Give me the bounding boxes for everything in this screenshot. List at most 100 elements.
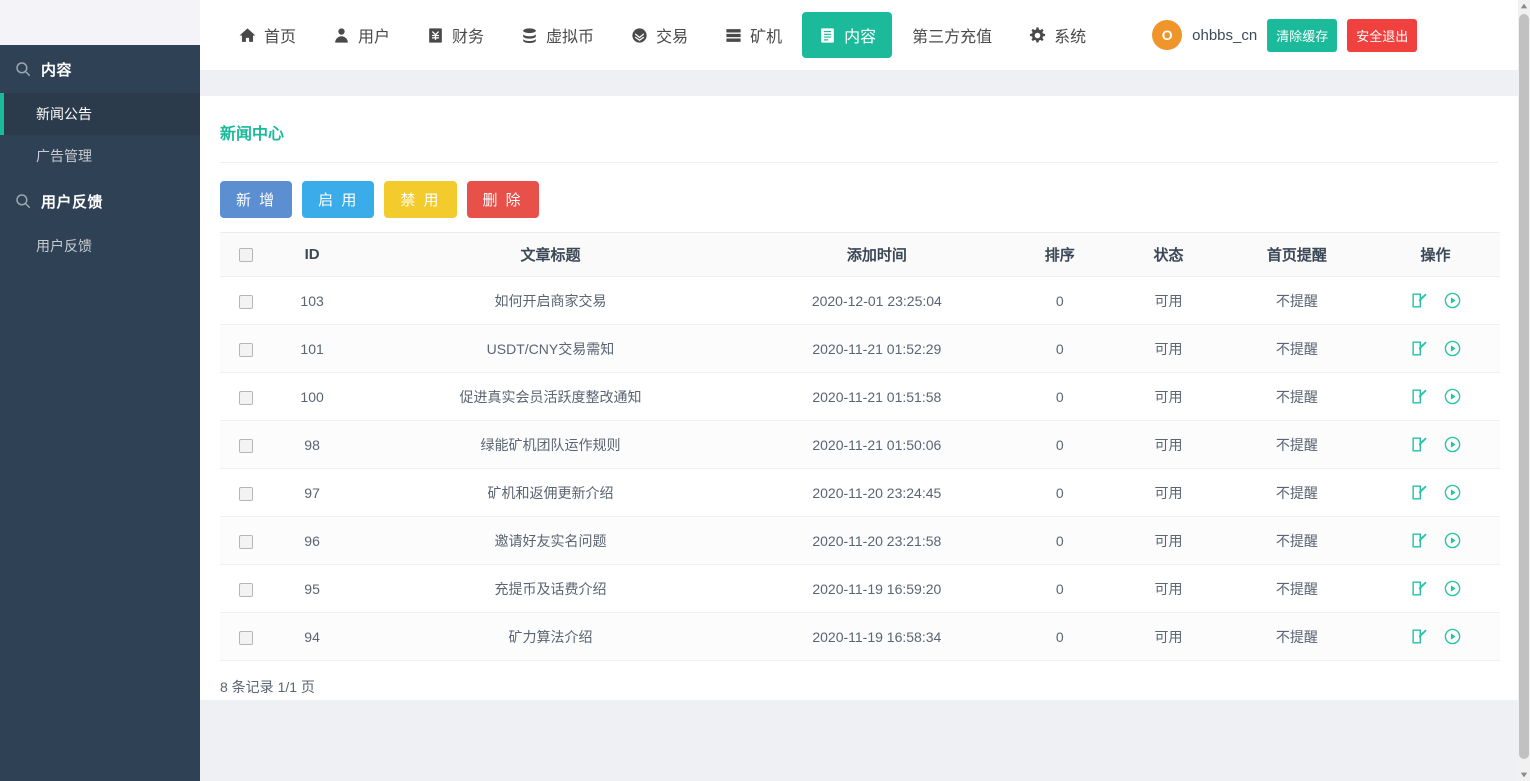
column-header-2: ID bbox=[271, 233, 352, 277]
nav-item-2[interactable]: 用户 bbox=[316, 12, 406, 58]
sidebar-item-label: 用户反馈 bbox=[36, 236, 92, 256]
page-scrollbar[interactable] bbox=[1518, 0, 1530, 781]
yen-icon bbox=[426, 26, 445, 45]
cell-remind: 不提醒 bbox=[1223, 325, 1371, 373]
nav-item-label: 虚拟币 bbox=[546, 23, 594, 47]
row-checkbox[interactable] bbox=[239, 535, 253, 549]
cell-time: 2020-11-21 01:52:29 bbox=[748, 325, 1005, 373]
disable-button[interactable]: 禁 用 bbox=[384, 181, 456, 218]
nav-item-label: 系统 bbox=[1054, 23, 1086, 47]
cell-remind: 不提醒 bbox=[1223, 373, 1371, 421]
cell-title: 促进真实会员活跃度整改通知 bbox=[353, 373, 749, 421]
publish-icon[interactable] bbox=[1443, 579, 1462, 598]
cell-sort: 0 bbox=[1005, 325, 1114, 373]
row-checkbox[interactable] bbox=[239, 391, 253, 405]
edit-icon[interactable] bbox=[1410, 387, 1429, 406]
top-navigation-bar: 首页用户财务虚拟币交易矿机内容第三方充值系统 O ohbbs_cn 清除缓存 安… bbox=[200, 0, 1518, 70]
record-count-label: 8 条记录 1/1 页 bbox=[200, 661, 1518, 697]
nav-item-9[interactable]: 系统 bbox=[1012, 12, 1102, 58]
row-checkbox[interactable] bbox=[239, 343, 253, 357]
cell-title: 绿能矿机团队运作规则 bbox=[353, 421, 749, 469]
sidebar-group-1[interactable]: 内容 bbox=[0, 45, 200, 93]
table-row: 103如何开启商家交易2020-12-01 23:25:040可用不提醒 bbox=[220, 277, 1500, 325]
cell-time: 2020-11-21 01:51:58 bbox=[748, 373, 1005, 421]
row-checkbox[interactable] bbox=[239, 439, 253, 453]
row-actions bbox=[1371, 627, 1500, 646]
edit-icon[interactable] bbox=[1410, 483, 1429, 502]
cell-title: 矿机和返佣更新介绍 bbox=[353, 469, 749, 517]
nav-item-4[interactable]: 虚拟币 bbox=[504, 12, 610, 58]
edit-icon[interactable] bbox=[1410, 627, 1429, 646]
publish-icon[interactable] bbox=[1443, 387, 1462, 406]
sidebar-item-label: 新闻公告 bbox=[36, 104, 92, 124]
search-icon bbox=[14, 192, 32, 210]
username-label: ohbbs_cn bbox=[1192, 27, 1257, 44]
row-select-cell bbox=[220, 325, 271, 373]
nav-item-3[interactable]: 财务 bbox=[410, 12, 500, 58]
publish-icon[interactable] bbox=[1443, 435, 1462, 454]
cell-sort: 0 bbox=[1005, 469, 1114, 517]
cell-id: 101 bbox=[271, 325, 352, 373]
edit-icon[interactable] bbox=[1410, 531, 1429, 550]
edit-icon[interactable] bbox=[1410, 579, 1429, 598]
edit-icon[interactable] bbox=[1410, 339, 1429, 358]
server-icon bbox=[724, 26, 743, 45]
nav-item-7[interactable]: 内容 bbox=[802, 12, 892, 58]
gear-icon bbox=[1028, 26, 1047, 45]
table-header-row: ID文章标题添加时间排序状态首页提醒操作 bbox=[220, 233, 1500, 277]
nav-item-8[interactable]: 第三方充值 bbox=[896, 12, 1008, 58]
cell-time: 2020-11-19 16:59:20 bbox=[748, 565, 1005, 613]
sidebar-item-1-1[interactable]: 新闻公告 bbox=[0, 93, 200, 135]
publish-icon[interactable] bbox=[1443, 531, 1462, 550]
cell-remind: 不提醒 bbox=[1223, 277, 1371, 325]
scroll-up-arrow-icon[interactable] bbox=[1518, 0, 1530, 12]
cell-actions bbox=[1371, 565, 1500, 613]
sidebar-item-2-1[interactable]: 用户反馈 bbox=[0, 225, 200, 267]
scroll-down-arrow-icon[interactable] bbox=[1518, 769, 1530, 781]
row-actions bbox=[1371, 339, 1500, 358]
row-actions bbox=[1371, 531, 1500, 550]
table-row: 97矿机和返佣更新介绍2020-11-20 23:24:450可用不提醒 bbox=[220, 469, 1500, 517]
cell-id: 103 bbox=[271, 277, 352, 325]
select-all-checkbox[interactable] bbox=[239, 248, 253, 262]
delete-button[interactable]: 删 除 bbox=[467, 181, 539, 218]
cell-sort: 0 bbox=[1005, 517, 1114, 565]
row-checkbox[interactable] bbox=[239, 295, 253, 309]
cell-title: 充提币及话费介绍 bbox=[353, 565, 749, 613]
row-checkbox[interactable] bbox=[239, 487, 253, 501]
add-button[interactable]: 新 增 bbox=[220, 181, 292, 218]
edit-icon[interactable] bbox=[1410, 291, 1429, 310]
row-checkbox[interactable] bbox=[239, 583, 253, 597]
nav-item-1[interactable]: 首页 bbox=[222, 12, 312, 58]
sidebar-group-2[interactable]: 用户反馈 bbox=[0, 177, 200, 225]
row-checkbox[interactable] bbox=[239, 631, 253, 645]
sidebar-item-1-2[interactable]: 广告管理 bbox=[0, 135, 200, 177]
publish-icon[interactable] bbox=[1443, 627, 1462, 646]
publish-icon[interactable] bbox=[1443, 483, 1462, 502]
column-header-6: 状态 bbox=[1114, 233, 1223, 277]
column-header-5: 排序 bbox=[1005, 233, 1114, 277]
publish-icon[interactable] bbox=[1443, 291, 1462, 310]
enable-button[interactable]: 启 用 bbox=[302, 181, 374, 218]
table-row: 98绿能矿机团队运作规则2020-11-21 01:50:060可用不提醒 bbox=[220, 421, 1500, 469]
cell-id: 95 bbox=[271, 565, 352, 613]
coins-icon bbox=[520, 26, 539, 45]
cell-time: 2020-11-19 16:58:34 bbox=[748, 613, 1005, 661]
scrollbar-thumb[interactable] bbox=[1519, 14, 1529, 759]
news-table: ID文章标题添加时间排序状态首页提醒操作 103如何开启商家交易2020-12-… bbox=[220, 232, 1500, 661]
row-select-cell bbox=[220, 613, 271, 661]
edit-icon[interactable] bbox=[1410, 435, 1429, 454]
nav-item-6[interactable]: 矿机 bbox=[708, 12, 798, 58]
clear-cache-button[interactable]: 清除缓存 bbox=[1267, 19, 1337, 52]
cell-sort: 0 bbox=[1005, 373, 1114, 421]
cell-time: 2020-12-01 23:25:04 bbox=[748, 277, 1005, 325]
nav-item-label: 用户 bbox=[358, 23, 390, 47]
select-all-header bbox=[220, 233, 271, 277]
logout-button[interactable]: 安全退出 bbox=[1347, 19, 1417, 52]
cell-title: 如何开启商家交易 bbox=[353, 277, 749, 325]
nav-item-5[interactable]: 交易 bbox=[614, 12, 704, 58]
publish-icon[interactable] bbox=[1443, 339, 1462, 358]
row-select-cell bbox=[220, 421, 271, 469]
admin-page: 内容新闻公告广告管理用户反馈用户反馈 首页用户财务虚拟币交易矿机内容第三方充值系… bbox=[0, 0, 1530, 781]
cell-title: 邀请好友实名问题 bbox=[353, 517, 749, 565]
